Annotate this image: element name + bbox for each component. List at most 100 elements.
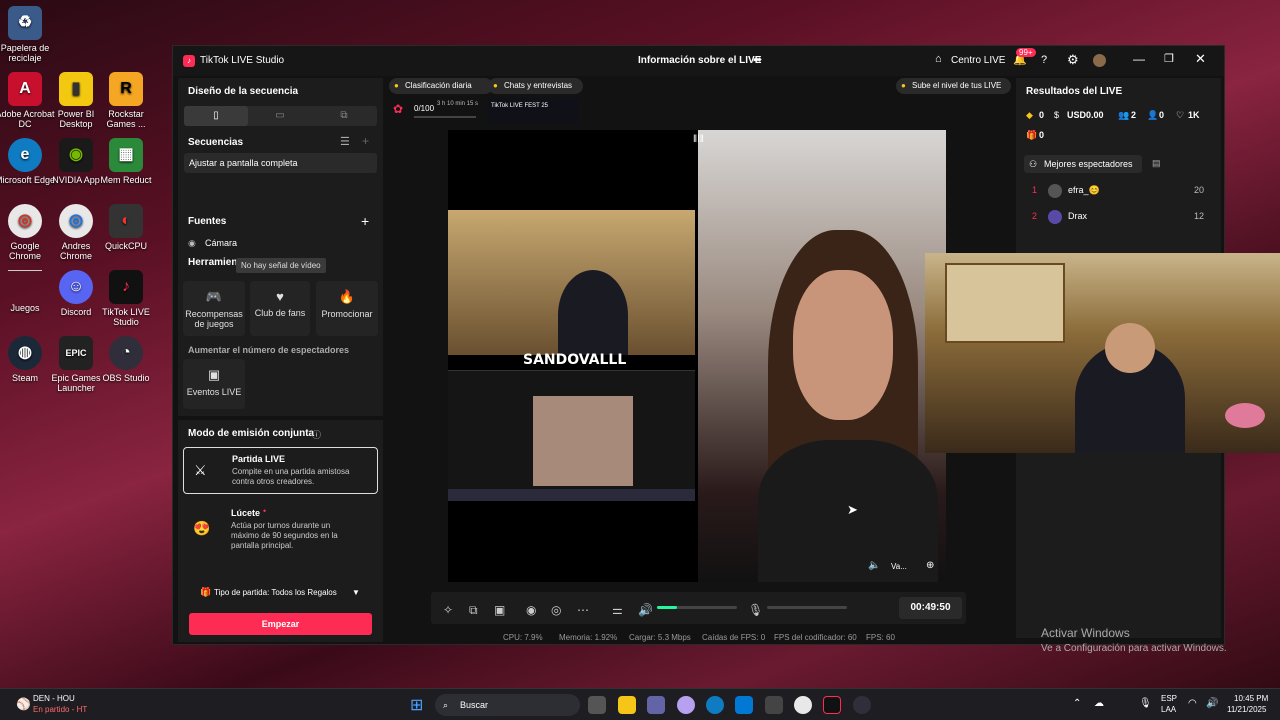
top-viewers-tab[interactable]: ⚇ Mejores espectadores (1024, 155, 1142, 173)
diamonds-value: 0 (1039, 110, 1045, 120)
tiktok-icon: ♪ (109, 270, 143, 304)
stream-preview[interactable]: 🔈 Va... ⊕ SANDOVALLL ǁǀǁ (448, 130, 946, 582)
wifi-icon[interactable]: ◠ (1188, 698, 1197, 709)
tray-network-icon[interactable]: ☁ (1094, 698, 1104, 709)
edge-taskbar-icon[interactable] (706, 696, 724, 714)
speaker-icon[interactable]: 🔈 (868, 560, 880, 571)
fan-club-button[interactable]: ♥ Club de fans (250, 281, 310, 336)
home-icon[interactable]: ⌂ (935, 53, 942, 65)
task-view-icon[interactable] (588, 696, 606, 714)
volume-icon[interactable]: 🔊 (638, 603, 653, 617)
memreduct-shortcut[interactable]: ▦ Mem Reduct (95, 138, 157, 185)
chrome-taskbar-icon[interactable] (794, 696, 812, 714)
recycle-bin-icon: ♻ (8, 6, 42, 40)
cabinet-shape (945, 263, 1065, 343)
face-shape (793, 270, 893, 420)
gift-box-icon: 🎁 (1026, 130, 1038, 140)
add-guest-icon[interactable]: ⊕ (926, 560, 934, 571)
quickcpu-shortcut[interactable]: ◐ QuickCPU (95, 204, 157, 251)
mixer-icon[interactable]: ⚌ (612, 603, 623, 617)
match-type-select[interactable]: Tipo de partida: Todos los Regalos (214, 588, 337, 597)
chevron-down-icon[interactable]: ▼ (352, 588, 360, 597)
main-camera-feed: 🔈 Va... ⊕ (698, 130, 946, 582)
recycle-bin[interactable]: ♻ Papelera de reciclaje (0, 6, 56, 63)
search-placeholder: Buscar (460, 700, 489, 710)
dual-icon[interactable]: ⧉ (312, 106, 376, 126)
obs-shortcut[interactable]: ◔ OBS Studio (95, 336, 157, 383)
overlay-webcam (448, 210, 695, 355)
mode-partida-live[interactable]: ⚔ Partida LIVE Compite en una partida am… (183, 447, 378, 494)
viewer-avatar (1048, 184, 1062, 198)
tooltip: No hay señal de vídeo (236, 258, 326, 273)
tray-chevron-icon[interactable]: ⌃ (1073, 698, 1081, 709)
teams-icon[interactable] (647, 696, 665, 714)
speaker-tray-icon[interactable]: 🔊 (1206, 698, 1218, 709)
minimize-icon[interactable]: — (1133, 52, 1145, 66)
close-icon[interactable]: ✕ (1195, 51, 1206, 67)
promote-button[interactable]: 🔥 Promocionar (316, 281, 378, 336)
progress-label: 0/100 (414, 104, 435, 113)
portrait-icon[interactable]: ▯ (184, 106, 248, 126)
add-sequence-icon[interactable]: + (362, 134, 369, 148)
nested-taskbar (448, 489, 695, 501)
rockstar-icon: R (109, 72, 143, 106)
start-icon[interactable]: ⊞ (410, 695, 423, 715)
store-icon[interactable] (735, 696, 753, 714)
copilot-icon[interactable] (677, 696, 695, 714)
landscape-icon[interactable]: ▭ (248, 106, 312, 126)
chats-chip[interactable]: ● Chats y entrevistas (488, 78, 583, 94)
frame-icon[interactable]: ▣ (494, 603, 505, 617)
tray-mic-icon[interactable]: 🎙 (1139, 698, 1152, 709)
volume-fill (657, 606, 677, 609)
live-fest-banner[interactable]: TikTok LIVE FEST 25 (488, 98, 578, 123)
sequence-item[interactable]: Ajustar a pantalla completa (184, 153, 377, 173)
volume-slider[interactable] (657, 606, 737, 609)
centro-live-link[interactable]: Centro LIVE (951, 55, 1005, 66)
daily-ranking-chip[interactable]: ● Clasificación diaria (389, 78, 493, 94)
avatar[interactable] (1093, 54, 1106, 67)
bulb-icon: ● (901, 81, 906, 90)
list-icon[interactable]: ☰ (340, 135, 350, 148)
mode-lucete[interactable]: 😍 Lúcete • Actúa por turnos durante un m… (183, 502, 378, 560)
emoji-icon: 😍 (193, 520, 211, 536)
search-box[interactable]: ⌕ Buscar (435, 694, 580, 716)
live-info-title[interactable]: Información sobre el LIVE (638, 55, 761, 66)
file-explorer-icon[interactable] (618, 696, 636, 714)
promote-label: Promocionar (321, 309, 373, 319)
capture-icon[interactable]: ◎ (551, 603, 561, 617)
floating-webcam[interactable] (925, 253, 1280, 453)
magic-icon[interactable]: ✧ (443, 603, 453, 617)
restore-icon[interactable]: ❐ (1164, 52, 1174, 65)
viewer-row[interactable]: 2 Drax 12 (1024, 207, 1214, 227)
lang-top[interactable]: ESP (1161, 694, 1177, 703)
record-icon[interactable]: ◉ (526, 603, 536, 617)
tiktok-taskbar-icon[interactable] (823, 696, 841, 714)
share-icon[interactable]: ➦ (753, 53, 762, 66)
capcut-icon[interactable] (765, 696, 783, 714)
info-icon[interactable]: ⓘ (312, 428, 321, 441)
settings-gear-icon[interactable]: ⚙ (1067, 52, 1079, 68)
help-icon[interactable]: ? (1041, 54, 1047, 66)
viewer-row[interactable]: 1 efra_😊 20 (1024, 181, 1214, 201)
live-events-button[interactable]: ▣ Eventos LIVE (183, 359, 245, 409)
tiktok-studio-shortcut[interactable]: ♪ TikTok LIVE Studio (95, 270, 157, 327)
game-rewards-button[interactable]: 🎮 Recompensas de juegos (183, 281, 245, 336)
usd-icon: $ (1054, 110, 1060, 120)
weather-title[interactable]: DEN - HOU (33, 694, 75, 703)
discord-icon: ☺ (59, 270, 93, 304)
clock-time[interactable]: 10:45 PM (1234, 694, 1268, 703)
audio-bars-icon: ǁǀǁ (693, 134, 704, 145)
add-source-icon[interactable]: + (361, 213, 369, 229)
viewer-score: 12 (1194, 211, 1205, 221)
level-up-chip[interactable]: ● Sube el nivel de tus LIVE (896, 78, 1011, 94)
start-button[interactable]: Empezar (189, 613, 372, 635)
sequences-title: Secuencias (188, 137, 244, 148)
mic-icon[interactable]: 🎙 (748, 603, 763, 617)
obs-taskbar-icon[interactable] (853, 696, 871, 714)
rockstar-shortcut[interactable]: R Rockstar Games ... (95, 72, 157, 129)
layout-icon[interactable]: ⧉ (469, 603, 478, 618)
mic-slider[interactable] (767, 606, 847, 609)
camera-source[interactable]: Cámara (205, 238, 237, 248)
more-icon[interactable]: ⋯ (577, 603, 589, 617)
list-view-icon[interactable]: ▤ (1152, 158, 1161, 169)
